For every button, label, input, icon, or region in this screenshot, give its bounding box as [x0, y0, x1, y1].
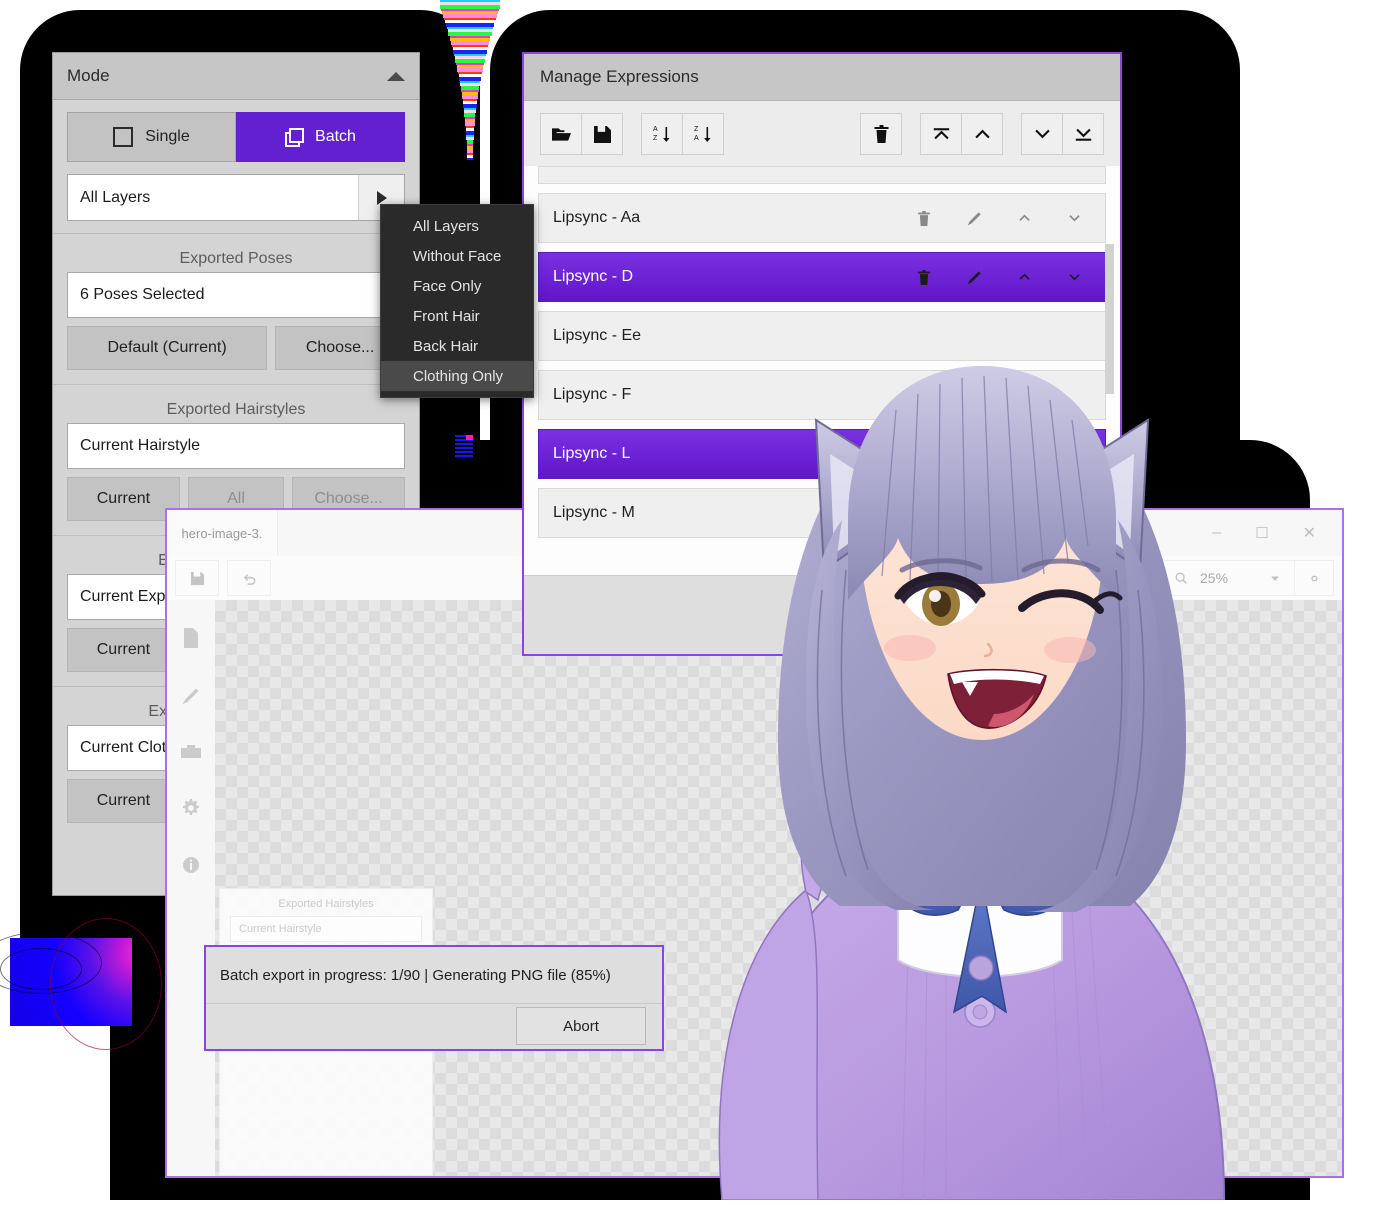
row-actions [915, 209, 1091, 227]
mode-panel-header[interactable]: Mode [53, 53, 419, 100]
pencil-icon[interactable] [182, 687, 200, 710]
chevron-down-icon[interactable] [1256, 572, 1294, 584]
table-row-partial[interactable] [538, 166, 1106, 184]
toolbar-group-delete [860, 113, 902, 155]
save-icon[interactable] [582, 113, 623, 155]
poses-default-button[interactable]: Default (Current) [67, 326, 268, 370]
section-title-hairstyles: Exported Hairstyles [166, 401, 306, 418]
open-folder-icon[interactable] [540, 113, 582, 155]
move-up-icon[interactable] [962, 113, 1003, 155]
stack-icon [285, 128, 305, 147]
toolbar-group-move-up [920, 113, 1003, 155]
clothing-current-button[interactable]: Current [67, 779, 180, 823]
section-exported-poses: Exported Poses 6 Poses Selected Default … [53, 233, 419, 370]
move-down-icon[interactable] [1065, 209, 1083, 227]
manage-expressions-title: Manage Expressions [540, 67, 699, 86]
menu-item-without-face[interactable]: Without Face [381, 241, 533, 271]
layer-selector-value: All Layers [80, 188, 151, 206]
glitch-artifact-mid-tip [466, 435, 473, 440]
mode-panel-title: Mode [67, 66, 110, 85]
mode-button-batch[interactable]: Batch [236, 112, 405, 162]
progress-footer: Abort [206, 1004, 662, 1048]
undo-icon[interactable] [227, 560, 271, 596]
info-icon[interactable] [182, 856, 200, 879]
expression-name: Lipsync - Aa [553, 209, 641, 226]
svg-text:Z: Z [694, 126, 699, 133]
layer-selector-combo[interactable]: All Layers [67, 174, 405, 221]
expressions-toolbar: A Z Z A [524, 101, 1120, 168]
svg-text:Z: Z [653, 135, 658, 142]
character-illustration [610, 270, 1230, 1201]
section-title-poses: Exported Poses [179, 250, 293, 267]
batch-export-progress-dialog: Batch export in progress: 1/90 | Generat… [204, 945, 664, 1051]
move-to-top-icon[interactable] [920, 113, 962, 155]
ghost-section-title: Exported Hairstyles [278, 898, 374, 910]
edit-icon[interactable] [965, 209, 983, 227]
triangle-up-icon[interactable] [387, 71, 405, 81]
blush-left [884, 635, 936, 661]
editor-tab-hero-image[interactable]: hero-image-3. [167, 510, 278, 556]
sort-ascending-icon[interactable]: A Z [641, 113, 683, 155]
mode-button-batch-label: Batch [315, 128, 356, 145]
mode-button-single-label: Single [145, 128, 190, 145]
field-poses[interactable]: 6 Poses Selected [67, 272, 405, 318]
hairstyles-current-button[interactable]: Current [67, 477, 180, 521]
table-row[interactable]: Lipsync - Aa [538, 193, 1106, 243]
svg-text:A: A [653, 126, 658, 133]
manage-expressions-title-bar: Manage Expressions [524, 54, 1120, 101]
move-to-bottom-icon[interactable] [1063, 113, 1104, 155]
editor-tool-sidebar [167, 600, 216, 1176]
blush-right [1044, 637, 1096, 663]
gear-icon[interactable] [182, 799, 200, 822]
menu-item-back-hair[interactable]: Back Hair [381, 331, 533, 361]
triangle-right-icon [376, 190, 387, 205]
delete-icon[interactable] [860, 113, 902, 155]
toolbar-group-file [540, 113, 623, 155]
button-row-poses: Default (Current) Choose... [67, 326, 405, 370]
menu-item-face-only[interactable]: Face Only [381, 271, 533, 301]
window-controls: – ☐ ✕ [1212, 510, 1342, 556]
close-icon[interactable]: ✕ [1303, 523, 1316, 543]
toolbar-group-sort: A Z Z A [641, 113, 724, 155]
maximize-icon[interactable]: ☐ [1255, 524, 1268, 542]
progress-message: Batch export in progress: 1/90 | Generat… [206, 947, 662, 1004]
expressions-current-button[interactable]: Current [67, 628, 180, 672]
svg-text:A: A [694, 135, 699, 142]
save-icon[interactable] [175, 560, 219, 596]
menu-item-clothing-only[interactable]: Clothing Only [381, 361, 533, 391]
sort-descending-icon[interactable]: Z A [683, 113, 724, 155]
field-hairstyles[interactable]: Current Hairstyle [67, 423, 405, 469]
glitch-artifact-bottom-left [0, 918, 162, 1050]
menu-item-front-hair[interactable]: Front Hair [381, 301, 533, 331]
move-down-icon[interactable] [1021, 113, 1063, 155]
document-icon[interactable] [182, 628, 200, 653]
glitch-artifact-top [440, 0, 500, 160]
toolbar-group-move-down [1021, 113, 1104, 155]
square-icon [113, 127, 134, 147]
link-icon[interactable] [1295, 571, 1333, 586]
mode-segmented-control: Single Batch [53, 100, 419, 162]
layer-dropdown-menu[interactable]: All Layers Without Face Face Only Front … [380, 204, 534, 398]
move-up-icon[interactable] [1015, 209, 1033, 227]
camera-icon[interactable] [181, 744, 201, 765]
ghost-field-hairstyle: Current Hairstyle [230, 916, 422, 942]
menu-item-all-layers[interactable]: All Layers [381, 211, 533, 241]
section-exported-hairstyles: Exported Hairstyles Current Hairstyle Cu… [53, 384, 419, 521]
mode-button-single[interactable]: Single [67, 112, 236, 162]
delete-icon[interactable] [915, 209, 933, 227]
brooch [968, 955, 994, 981]
